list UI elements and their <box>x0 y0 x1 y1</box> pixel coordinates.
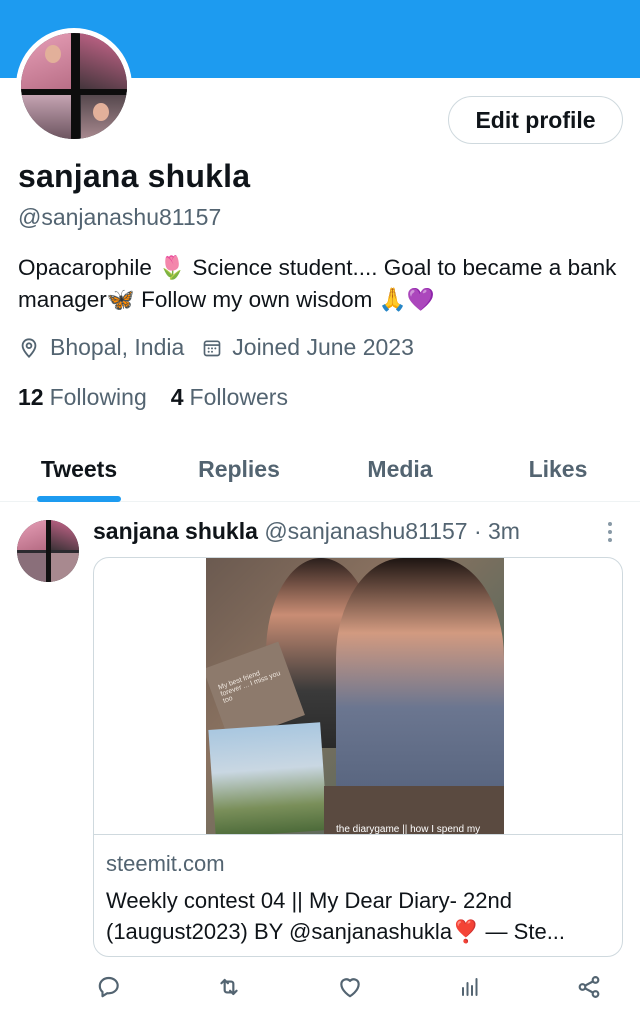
active-tab-indicator <box>37 496 121 502</box>
tweet-author[interactable]: sanjana shukla <box>93 518 258 544</box>
calendar-icon <box>203 340 221 356</box>
card-domain: steemit.com <box>106 851 225 876</box>
card-image: My best friend forever ... I miss you to… <box>206 558 504 834</box>
tab-replies[interactable]: Replies <box>196 438 282 500</box>
tab-likes[interactable]: Likes <box>527 438 589 500</box>
following-link[interactable]: 12 Following <box>18 384 147 411</box>
tweet-header: sanjana shukla @sanjanashu81157 · 3m <box>93 518 520 545</box>
card-footer: steemit.com Weekly contest 04 || My Dear… <box>94 834 622 956</box>
following-label: Following <box>49 384 147 410</box>
profile-avatar[interactable] <box>16 28 132 144</box>
profile-tabs: Tweets Replies Media Likes <box>0 438 640 502</box>
tab-media[interactable]: Media <box>363 438 437 500</box>
location-text: Bhopal, India <box>50 334 185 360</box>
reply-icon[interactable] <box>94 972 124 1002</box>
card-title: Weekly contest 04 || My Dear Diary- 22nd… <box>106 888 566 944</box>
card-image-caption: the diarygame || how I spend my <box>324 786 504 834</box>
retweet-icon[interactable] <box>214 972 244 1002</box>
share-icon[interactable] <box>574 972 604 1002</box>
tweet-avatar[interactable] <box>17 520 79 582</box>
follow-stats: 12 Following 4 Followers <box>18 384 312 411</box>
tab-tweets[interactable]: Tweets <box>37 438 121 500</box>
following-count: 12 <box>18 384 44 410</box>
profile-meta: Bhopal, India Joined June 2023 <box>18 334 432 361</box>
joined-item: Joined June 2023 <box>202 334 414 361</box>
analytics-icon[interactable] <box>455 972 485 1002</box>
followers-link[interactable]: 4 Followers <box>171 384 288 411</box>
tweet-handle-time: @sanjanashu81157 · 3m <box>264 518 520 544</box>
profile-handle: @sanjanashu81157 <box>18 204 222 230</box>
more-icon[interactable] <box>600 520 620 544</box>
profile-name: sanjana shukla <box>18 158 251 194</box>
map-pin-icon <box>21 337 37 358</box>
profile-bio: Opacarophile 🌷 Science student.... Goal … <box>18 255 617 312</box>
location-item: Bhopal, India <box>18 334 184 361</box>
avatar-image <box>21 33 127 139</box>
heart-icon[interactable] <box>335 972 365 1002</box>
followers-count: 4 <box>170 384 184 410</box>
link-card[interactable]: My best friend forever ... I miss you to… <box>93 557 623 957</box>
followers-label: Followers <box>189 384 288 410</box>
tweet-actions <box>93 972 613 1006</box>
edit-profile-button[interactable]: Edit profile <box>448 96 623 144</box>
joined-text: Joined June 2023 <box>232 334 414 360</box>
